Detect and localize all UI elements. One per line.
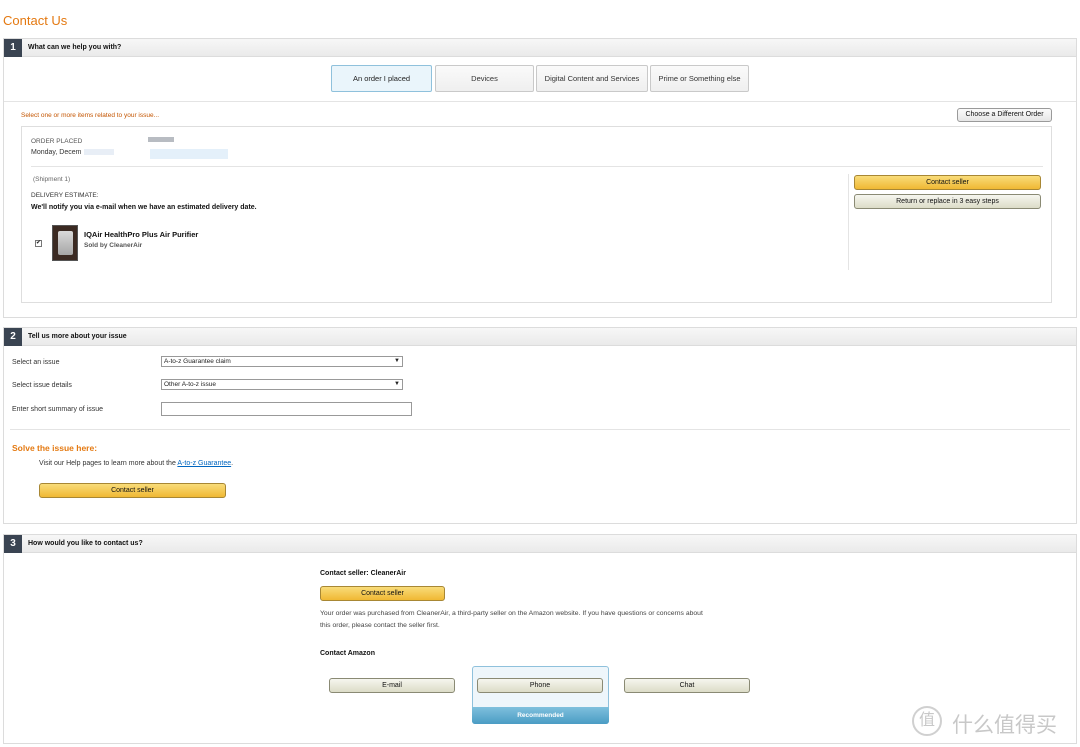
divider: [10, 429, 1070, 430]
section-header: 3 How would you like to contact us?: [4, 535, 1076, 553]
section-header: 1 What can we help you with?: [4, 39, 1076, 57]
solve-heading: Solve the issue here:: [12, 443, 98, 453]
section-title: Tell us more about your issue: [28, 333, 127, 340]
summary-input[interactable]: [161, 402, 412, 416]
product-thumbnail: [52, 225, 78, 261]
select-issue-label: Select an issue: [12, 359, 60, 366]
seller-note-line2: this order, please contact the seller fi…: [320, 622, 440, 629]
redacted-text: [150, 149, 228, 159]
tab-digital-content[interactable]: Digital Content and Services: [536, 65, 648, 92]
contact-seller-button[interactable]: Contact seller: [854, 175, 1041, 190]
contact-amazon-heading: Contact Amazon: [320, 650, 375, 657]
section-title: How would you like to contact us?: [28, 540, 143, 547]
return-or-replace-button[interactable]: Return or replace in 3 easy steps: [854, 194, 1041, 209]
redacted-text: [148, 137, 174, 142]
watermark-logo-icon: 值: [912, 706, 942, 736]
step-number: 2: [4, 328, 22, 346]
page-title: Contact Us: [3, 13, 68, 28]
issue-select[interactable]: A-to-z Guarantee claim ▼: [161, 356, 403, 367]
step-number: 3: [4, 535, 22, 553]
delivery-note: We'll notify you via e-mail when we have…: [31, 204, 257, 211]
order-date: Monday, Decem: [31, 149, 82, 156]
shipment-label: (Shipment 1): [33, 176, 71, 183]
divider: [4, 101, 1076, 102]
a-to-z-guarantee-link[interactable]: A-to-z Guarantee: [177, 460, 231, 467]
product-seller: Sold by CleanerAir: [84, 242, 143, 249]
item-checkbox[interactable]: ✔: [35, 240, 42, 247]
email-button[interactable]: E-mail: [329, 678, 455, 693]
issue-details-select[interactable]: Other A-to-z issue ▼: [161, 379, 403, 390]
choose-different-order-button[interactable]: Choose a Different Order: [957, 108, 1052, 122]
dropdown-arrow-icon: ▼: [394, 381, 400, 387]
issue-select-value: A-to-z Guarantee claim: [164, 358, 231, 365]
issue-details-label: Select issue details: [12, 382, 72, 389]
seller-note-line1: Your order was purchased from CleanerAir…: [320, 610, 703, 617]
contact-seller-button[interactable]: Contact seller: [39, 483, 226, 498]
phone-button[interactable]: Phone: [477, 678, 603, 693]
chat-button[interactable]: Chat: [624, 678, 750, 693]
tab-prime-other[interactable]: Prime or Something else: [650, 65, 749, 92]
tab-devices[interactable]: Devices: [435, 65, 534, 92]
contact-seller-button[interactable]: Contact seller: [320, 586, 445, 601]
section-what-can-we-help: 1 What can we help you with? An order I …: [3, 38, 1077, 318]
summary-label: Enter short summary of issue: [12, 406, 104, 413]
product-name[interactable]: IQAir HealthPro Plus Air Purifier: [84, 230, 198, 239]
section-title: What can we help you with?: [28, 44, 122, 51]
contact-seller-heading: Contact seller: CleanerAir: [320, 570, 406, 577]
dropdown-arrow-icon: ▼: [394, 358, 400, 364]
section-header: 2 Tell us more about your issue: [4, 328, 1076, 346]
select-items-prompt: Select one or more items related to your…: [21, 112, 160, 119]
issue-details-value: Other A-to-z issue: [164, 381, 217, 388]
divider: [31, 166, 1043, 167]
help-text: Visit our Help pages to learn more about…: [39, 460, 234, 467]
delivery-estimate-label: DELIVERY ESTIMATE:: [31, 192, 99, 199]
order-placed-label: ORDER PLACED: [31, 138, 83, 145]
recommended-badge: Recommended: [472, 707, 609, 724]
redacted-text: [84, 149, 114, 155]
tab-order-placed[interactable]: An order I placed: [331, 65, 432, 92]
order-box: ORDER PLACED Monday, Decem (Shipment 1) …: [21, 126, 1052, 303]
section-tell-us-more: 2 Tell us more about your issue Select a…: [3, 327, 1077, 524]
watermark-text: 什么值得买: [952, 713, 1057, 737]
step-number: 1: [4, 39, 22, 57]
actions-divider: [848, 174, 849, 270]
